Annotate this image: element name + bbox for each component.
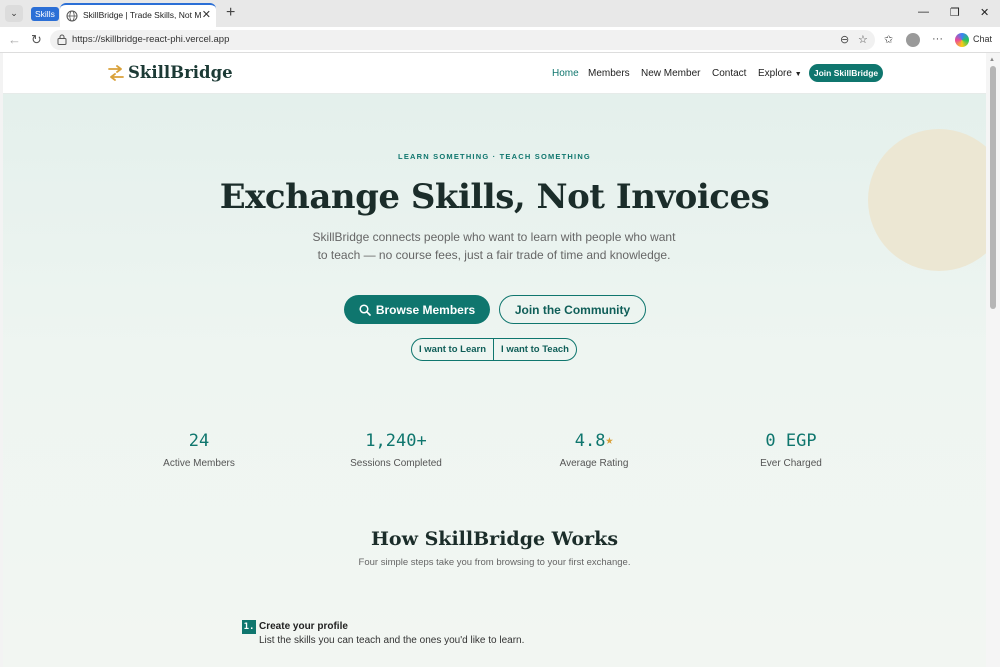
stat-sessions: 1,240+ Sessions Completed — [316, 431, 476, 469]
stat-active-members: 24 Active Members — [119, 431, 279, 469]
refresh-icon[interactable]: ↻ — [31, 32, 42, 48]
stat-rating: 4.8★ Average Rating — [514, 431, 674, 469]
tab-bar: ⌄ Skills SkillBridge | Trade Skills, Not… — [0, 0, 1000, 27]
stat-charged: 0 EGP Ever Charged — [711, 431, 871, 469]
address-toolbar: ← ↻ https://skillbridge-react-phi.vercel… — [0, 27, 1000, 53]
hero-subtitle: SkillBridge connects people who want to … — [312, 230, 676, 262]
new-tab-button[interactable]: + — [226, 4, 235, 22]
how-it-works-subtitle: Four simple steps take you from browsing… — [358, 557, 631, 568]
close-icon[interactable]: ✕ — [202, 8, 211, 21]
globe-icon — [66, 10, 78, 22]
page-viewport: SkillBridge Home Members New Member Cont… — [3, 53, 986, 667]
site-logo[interactable]: SkillBridge — [128, 63, 233, 82]
restore-icon[interactable]: ❐ — [950, 6, 960, 19]
address-bar[interactable]: https://skillbridge-react-phi.vercel.app… — [50, 30, 875, 50]
page-scrollbar[interactable]: ▲ — [986, 53, 1000, 667]
favorite-star-icon[interactable]: ☆ — [858, 33, 868, 46]
browse-members-button[interactable]: Browse Members — [344, 295, 490, 324]
rating-number: 4.8 — [574, 431, 606, 451]
stat-label: Sessions Completed — [350, 458, 442, 469]
learn-teach-toggle: I want to Learn I want to Teach — [411, 338, 577, 361]
stat-value: 4.8★ — [514, 431, 674, 453]
step-description: List the skills you can teach and the on… — [259, 635, 525, 646]
swap-arrows-icon[interactable] — [107, 65, 125, 81]
scroll-up-icon[interactable]: ▲ — [989, 57, 995, 63]
join-community-button[interactable]: Join the Community — [499, 295, 646, 324]
site-navbar: SkillBridge Home Members New Member Cont… — [3, 53, 986, 94]
url-text: https://skillbridge-react-phi.vercel.app — [72, 34, 230, 45]
nav-link-contact[interactable]: Contact — [712, 68, 746, 79]
close-window-icon[interactable]: ✕ — [980, 6, 989, 19]
tab-title: SkillBridge | Trade Skills, Not Mone — [83, 10, 201, 20]
stat-value: 0 EGP — [765, 431, 817, 451]
star-icon: ★ — [605, 433, 614, 448]
caret-down-icon: ▼ — [794, 71, 802, 78]
toggle-teach[interactable]: I want to Teach — [493, 339, 576, 360]
hero-title: Exchange Skills, Not Invoices — [219, 177, 770, 217]
hero-eyebrow: LEARN SOMETHING · TEACH SOMETHING — [398, 152, 591, 161]
join-skillbridge-button[interactable]: Join SkillBridge — [809, 64, 883, 82]
nav-link-members[interactable]: Members — [588, 68, 630, 79]
back-icon[interactable]: ← — [8, 32, 21, 47]
chat-label[interactable]: Chat — [973, 34, 992, 44]
minimize-icon[interactable]: — — [918, 6, 929, 18]
copilot-icon[interactable] — [955, 33, 969, 47]
stat-label: Active Members — [163, 458, 235, 469]
site-info-icon[interactable] — [57, 34, 67, 45]
zoom-icon[interactable]: ⊖ — [840, 33, 849, 46]
stat-value: 1,240+ — [365, 431, 427, 451]
search-icon — [359, 303, 371, 316]
browse-members-label: Browse Members — [375, 302, 476, 317]
step-title: Create your profile — [259, 621, 348, 632]
tab-group-chip[interactable]: Skills — [31, 7, 59, 21]
how-it-works-title: How SkillBridge Works — [370, 528, 619, 550]
nav-link-explore[interactable]: Explore ▼ — [758, 68, 802, 79]
favorites-icon[interactable]: ✩ — [884, 33, 893, 46]
tab-actions-menu[interactable]: ⌄ — [5, 5, 23, 22]
stat-value: 24 — [188, 431, 210, 451]
step-number: 1. — [242, 620, 256, 634]
stat-label: Ever Charged — [760, 458, 822, 469]
nav-link-new-member[interactable]: New Member — [641, 68, 700, 79]
nav-link-home[interactable]: Home — [552, 68, 579, 79]
profile-avatar[interactable] — [906, 33, 920, 47]
chevron-down-icon: ⌄ — [10, 8, 18, 18]
toggle-learn[interactable]: I want to Learn — [412, 339, 493, 360]
more-options-icon[interactable]: ··· — [932, 33, 943, 45]
explore-label: Explore — [758, 68, 792, 79]
scrollbar-thumb[interactable] — [990, 66, 996, 309]
active-tab[interactable]: SkillBridge | Trade Skills, Not Mone ✕ — [60, 3, 216, 27]
stat-label: Average Rating — [559, 458, 629, 469]
